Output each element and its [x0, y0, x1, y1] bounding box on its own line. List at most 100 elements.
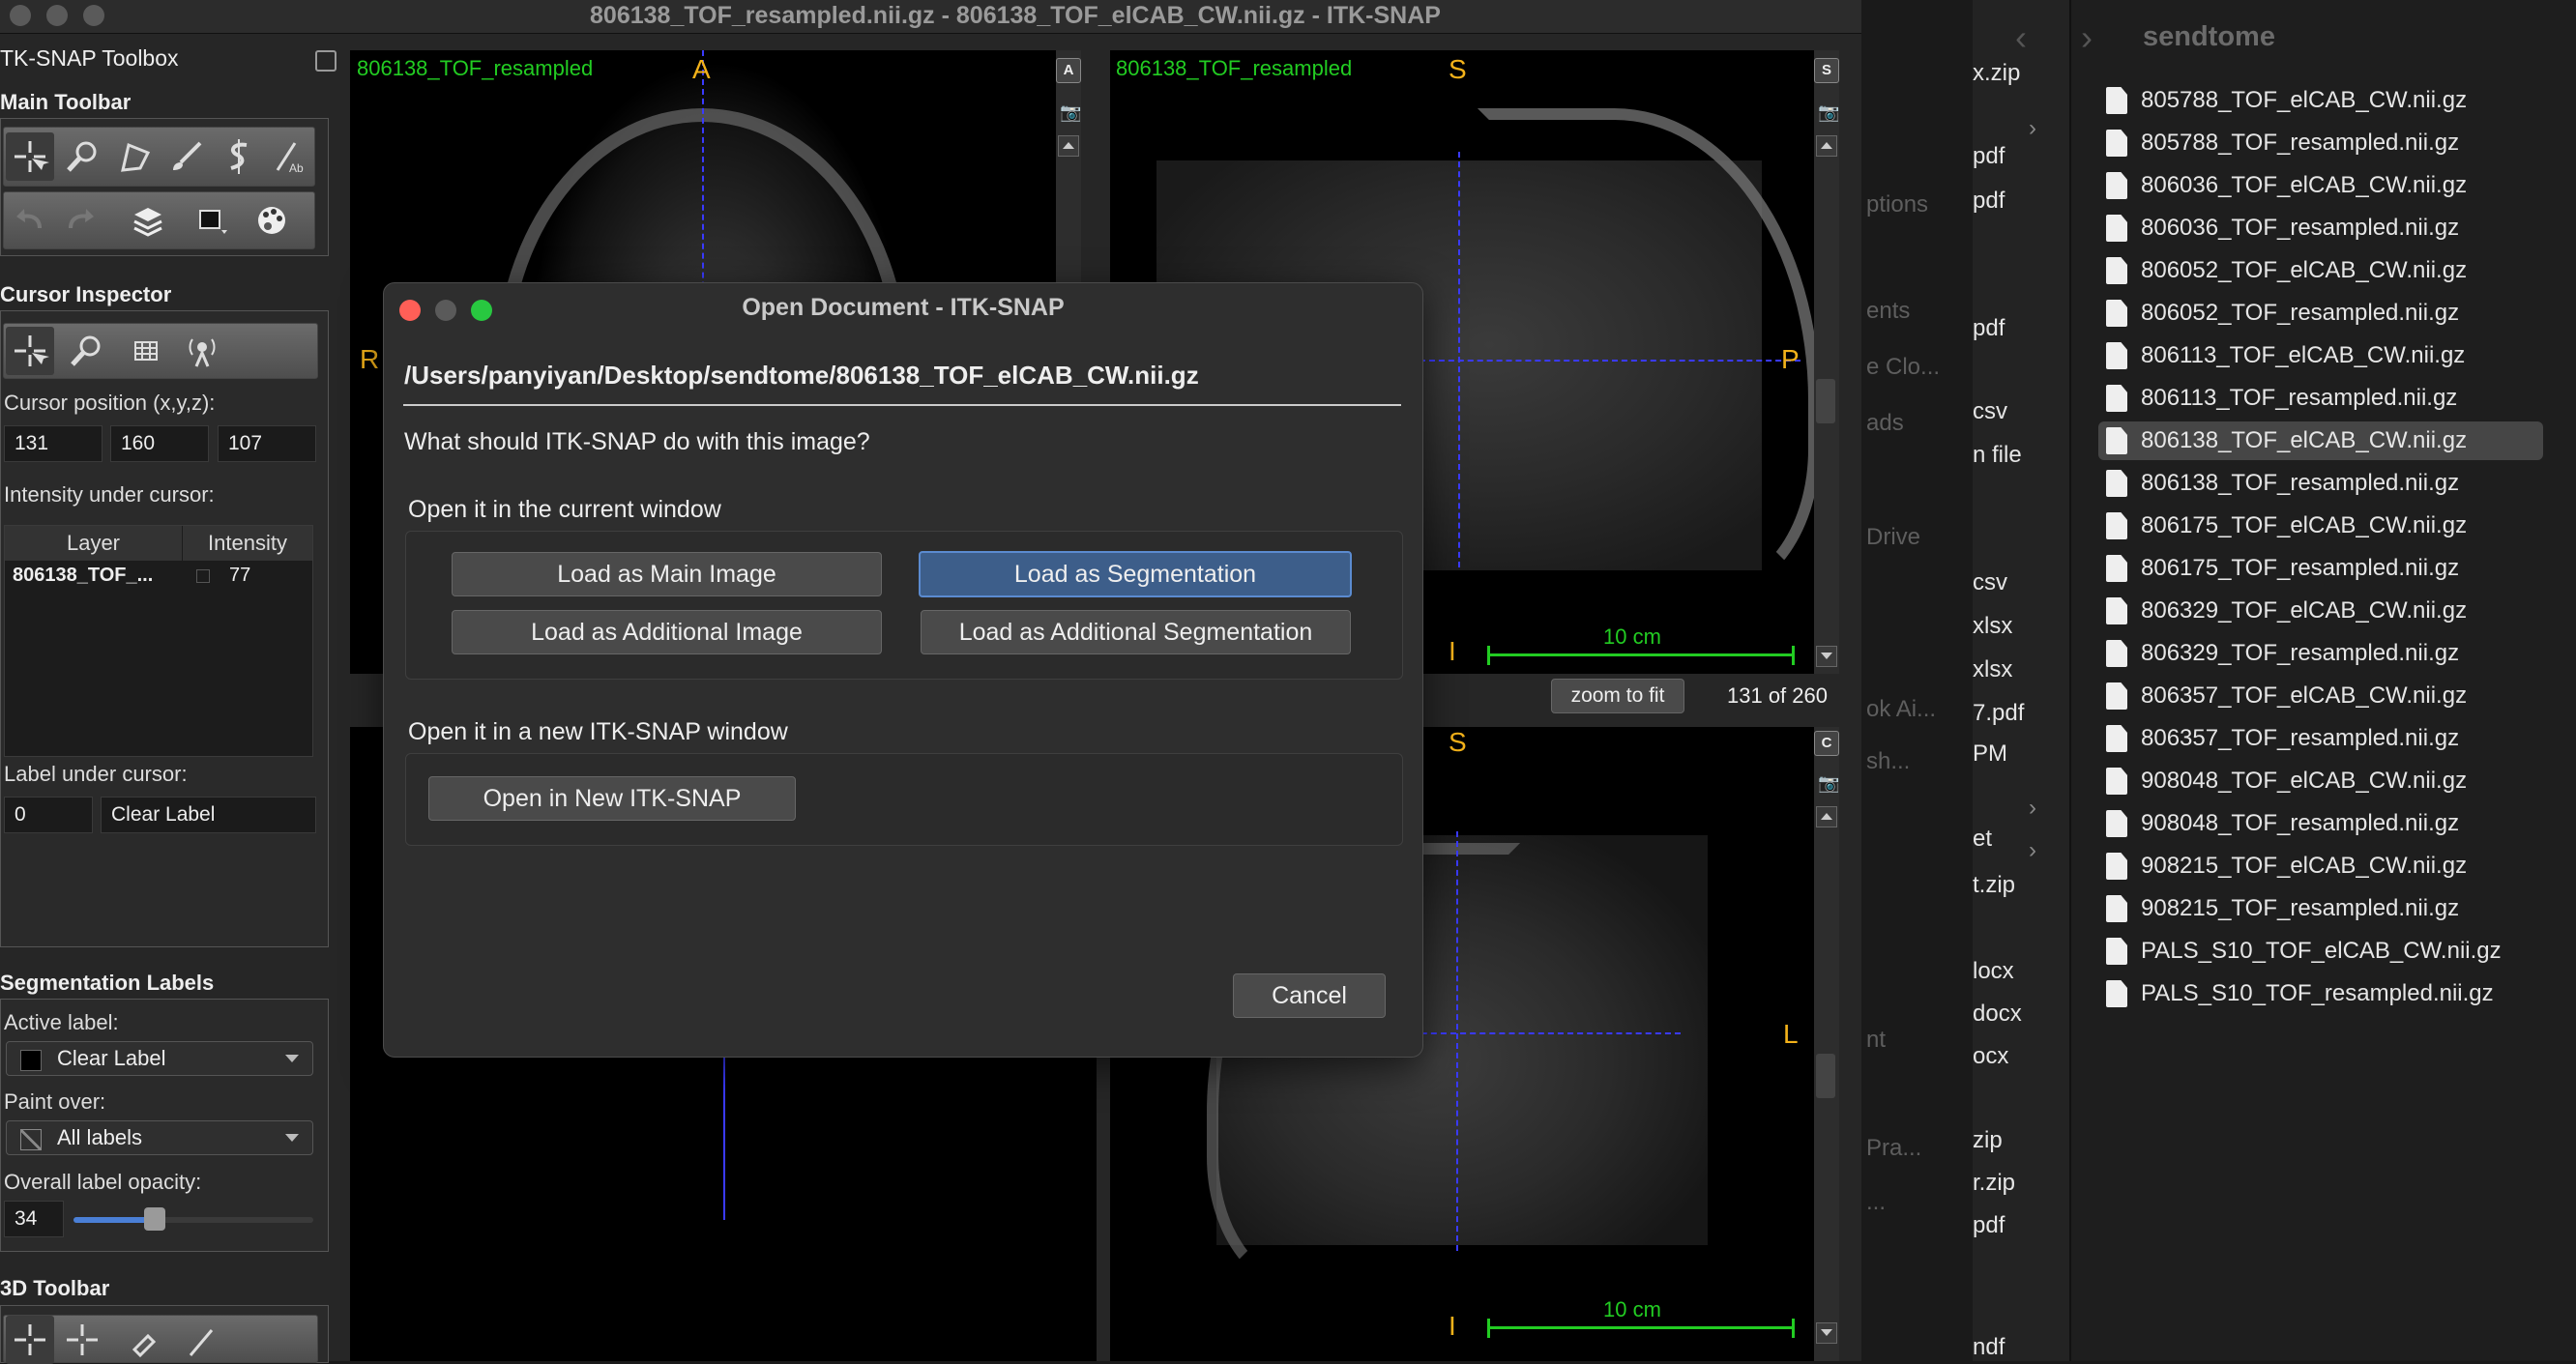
- finder-sidebar-item[interactable]: pdf: [1973, 315, 2005, 342]
- file-list-item[interactable]: 806138_TOF_resampled.nii.gz: [2098, 464, 2543, 503]
- axial-scroll-up-button[interactable]: [1058, 135, 1079, 157]
- finder-sidebar-item[interactable]: ndf: [1973, 1334, 2005, 1361]
- 3d-spray-icon[interactable]: [120, 1316, 168, 1364]
- inspector-sync-icon[interactable]: [178, 327, 226, 375]
- opacity-field[interactable]: 34: [4, 1201, 64, 1237]
- undo-icon[interactable]: [6, 196, 54, 245]
- inspector-zoom-icon[interactable]: [62, 327, 110, 375]
- coronal-scrollbar[interactable]: C 📷: [1814, 727, 1839, 1361]
- finder-sidebar-item[interactable]: locx: [1973, 958, 2014, 985]
- finder-sidebar-item[interactable]: pdf: [1973, 188, 2005, 215]
- toolbox-undock-icon[interactable]: [315, 50, 337, 72]
- finder-sidebar-item[interactable]: 7.pdf: [1973, 700, 2024, 727]
- paint-over-select[interactable]: All labels: [6, 1120, 313, 1155]
- cursor-z-field[interactable]: 107: [218, 425, 316, 462]
- chevron-right-icon[interactable]: ›: [2029, 837, 2036, 864]
- chevron-right-icon[interactable]: ›: [2029, 795, 2036, 822]
- file-list-item[interactable]: 806175_TOF_elCAB_CW.nii.gz: [2098, 507, 2543, 545]
- cancel-button[interactable]: Cancel: [1233, 973, 1386, 1018]
- sagittal-scroll-thumb[interactable]: [1816, 379, 1835, 423]
- sagittal-scroll-up-button[interactable]: [1816, 135, 1837, 157]
- file-list-item[interactable]: 908048_TOF_resampled.nii.gz: [2098, 804, 2543, 843]
- load-additional-image-button[interactable]: Load as Additional Image: [452, 610, 882, 654]
- finder-sidebar-item[interactable]: xlsx: [1973, 613, 2012, 640]
- finder-sidebar-item[interactable]: pdf: [1973, 1212, 2005, 1239]
- load-main-image-button[interactable]: Load as Main Image: [452, 552, 882, 596]
- finder-sidebar-item[interactable]: xlsx: [1973, 656, 2012, 683]
- file-list-item[interactable]: PALS_S10_TOF_elCAB_CW.nii.gz: [2098, 932, 2543, 971]
- sagittal-scroll-down-button[interactable]: [1816, 646, 1837, 667]
- finder-sidebar-item[interactable]: t.zip: [1973, 872, 2015, 899]
- file-list-item[interactable]: 806175_TOF_resampled.nii.gz: [2098, 549, 2543, 588]
- finder-sidebar-item[interactable]: csv: [1973, 569, 2007, 596]
- finder-sidebar-item[interactable]: csv: [1973, 398, 2007, 425]
- paintbrush-tool-icon[interactable]: [162, 132, 211, 181]
- file-list-item[interactable]: 806138_TOF_elCAB_CW.nii.gz: [2098, 421, 2543, 460]
- finder-sidebar-item[interactable]: PM: [1973, 740, 2007, 768]
- coronal-camera-icon[interactable]: 📷: [1818, 773, 1839, 794]
- axial-view-icon[interactable]: A: [1056, 58, 1081, 83]
- finder-hidden-sidebar-item: Pra...: [1866, 1135, 1922, 1161]
- file-list-item[interactable]: 908048_TOF_elCAB_CW.nii.gz: [2098, 762, 2543, 800]
- table-row[interactable]: 806138_TOF_... 77: [5, 563, 312, 592]
- file-list-item[interactable]: 805788_TOF_resampled.nii.gz: [2098, 124, 2543, 162]
- 3d-crosshair-icon[interactable]: [6, 1316, 54, 1364]
- sagittal-view-icon[interactable]: S: [1814, 58, 1839, 83]
- load-additional-segmentation-button[interactable]: Load as Additional Segmentation: [921, 610, 1351, 654]
- finder-sidebar-item[interactable]: n file: [1973, 442, 2022, 469]
- coronal-scroll-down-button[interactable]: [1816, 1322, 1837, 1344]
- display-layout-icon[interactable]: [188, 196, 236, 245]
- chevron-right-icon[interactable]: ›: [2029, 115, 2036, 142]
- opacity-slider-handle[interactable]: [144, 1207, 166, 1231]
- 3d-rotate-icon[interactable]: [58, 1316, 106, 1364]
- axial-camera-icon[interactable]: 📷: [1060, 102, 1081, 123]
- file-list-item[interactable]: 806113_TOF_elCAB_CW.nii.gz: [2098, 336, 2543, 375]
- 3d-scalpel-icon[interactable]: [178, 1316, 226, 1364]
- file-list-item[interactable]: 806113_TOF_resampled.nii.gz: [2098, 379, 2543, 418]
- finder-sidebar-item[interactable]: x.zip: [1973, 60, 2020, 87]
- finder-sidebar-item[interactable]: pdf: [1973, 143, 2005, 170]
- redo-icon[interactable]: [56, 196, 104, 245]
- finder-sidebar-item[interactable]: zip: [1973, 1127, 2003, 1154]
- sagittal-scrollbar[interactable]: S 📷: [1814, 50, 1839, 674]
- svg-text:Ab: Ab: [289, 161, 304, 175]
- active-label-select[interactable]: Clear Label: [6, 1041, 313, 1076]
- file-list-item[interactable]: 806052_TOF_elCAB_CW.nii.gz: [2098, 251, 2543, 290]
- file-list-item[interactable]: 806357_TOF_elCAB_CW.nii.gz: [2098, 677, 2543, 715]
- coronal-scroll-up-button[interactable]: [1816, 806, 1837, 827]
- coronal-scroll-thumb[interactable]: [1816, 1054, 1835, 1098]
- file-list-item[interactable]: 806052_TOF_resampled.nii.gz: [2098, 294, 2543, 333]
- file-list-item[interactable]: 805788_TOF_elCAB_CW.nii.gz: [2098, 81, 2543, 120]
- table-header-layer[interactable]: Layer: [5, 526, 183, 561]
- cursor-x-field[interactable]: 131: [4, 425, 102, 462]
- inspector-table-icon[interactable]: [122, 327, 170, 375]
- file-list-item[interactable]: 806329_TOF_resampled.nii.gz: [2098, 634, 2543, 673]
- crosshair-tool-icon[interactable]: [6, 132, 54, 181]
- inspector-crosshair-icon[interactable]: [6, 327, 54, 375]
- finder-sidebar-item[interactable]: ocx: [1973, 1043, 2008, 1070]
- file-list-item[interactable]: PALS_S10_TOF_resampled.nii.gz: [2098, 974, 2543, 1013]
- zoom-tool-icon[interactable]: [58, 132, 106, 181]
- finder-sidebar-item[interactable]: r.zip: [1973, 1170, 2015, 1197]
- file-list-item[interactable]: 806357_TOF_resampled.nii.gz: [2098, 719, 2543, 758]
- load-segmentation-button[interactable]: Load as Segmentation: [919, 551, 1352, 597]
- file-list-item[interactable]: 806329_TOF_elCAB_CW.nii.gz: [2098, 592, 2543, 630]
- layers-icon[interactable]: [124, 196, 172, 245]
- annotation-tool-icon[interactable]: Ab: [265, 132, 313, 181]
- coronal-view-icon[interactable]: C: [1814, 731, 1839, 756]
- forward-icon[interactable]: ›: [2081, 17, 2093, 58]
- zoom-to-fit-button[interactable]: zoom to fit: [1551, 679, 1684, 713]
- palette-icon[interactable]: [248, 196, 296, 245]
- polygon-tool-icon[interactable]: [110, 132, 159, 181]
- finder-sidebar-item[interactable]: et: [1973, 826, 1992, 853]
- file-list-item[interactable]: 908215_TOF_resampled.nii.gz: [2098, 889, 2543, 928]
- file-list-item[interactable]: 806036_TOF_resampled.nii.gz: [2098, 209, 2543, 247]
- file-list-item[interactable]: 806036_TOF_elCAB_CW.nii.gz: [2098, 166, 2543, 205]
- open-in-new-itksnap-button[interactable]: Open in New ITK-SNAP: [428, 776, 796, 821]
- finder-sidebar-item[interactable]: docx: [1973, 1001, 2022, 1028]
- file-list-item[interactable]: 908215_TOF_elCAB_CW.nii.gz: [2098, 847, 2543, 885]
- cursor-y-field[interactable]: 160: [110, 425, 209, 462]
- sagittal-camera-icon[interactable]: 📷: [1818, 102, 1839, 123]
- snake-tool-icon[interactable]: [215, 132, 263, 181]
- table-header-intensity[interactable]: Intensity: [183, 526, 312, 561]
